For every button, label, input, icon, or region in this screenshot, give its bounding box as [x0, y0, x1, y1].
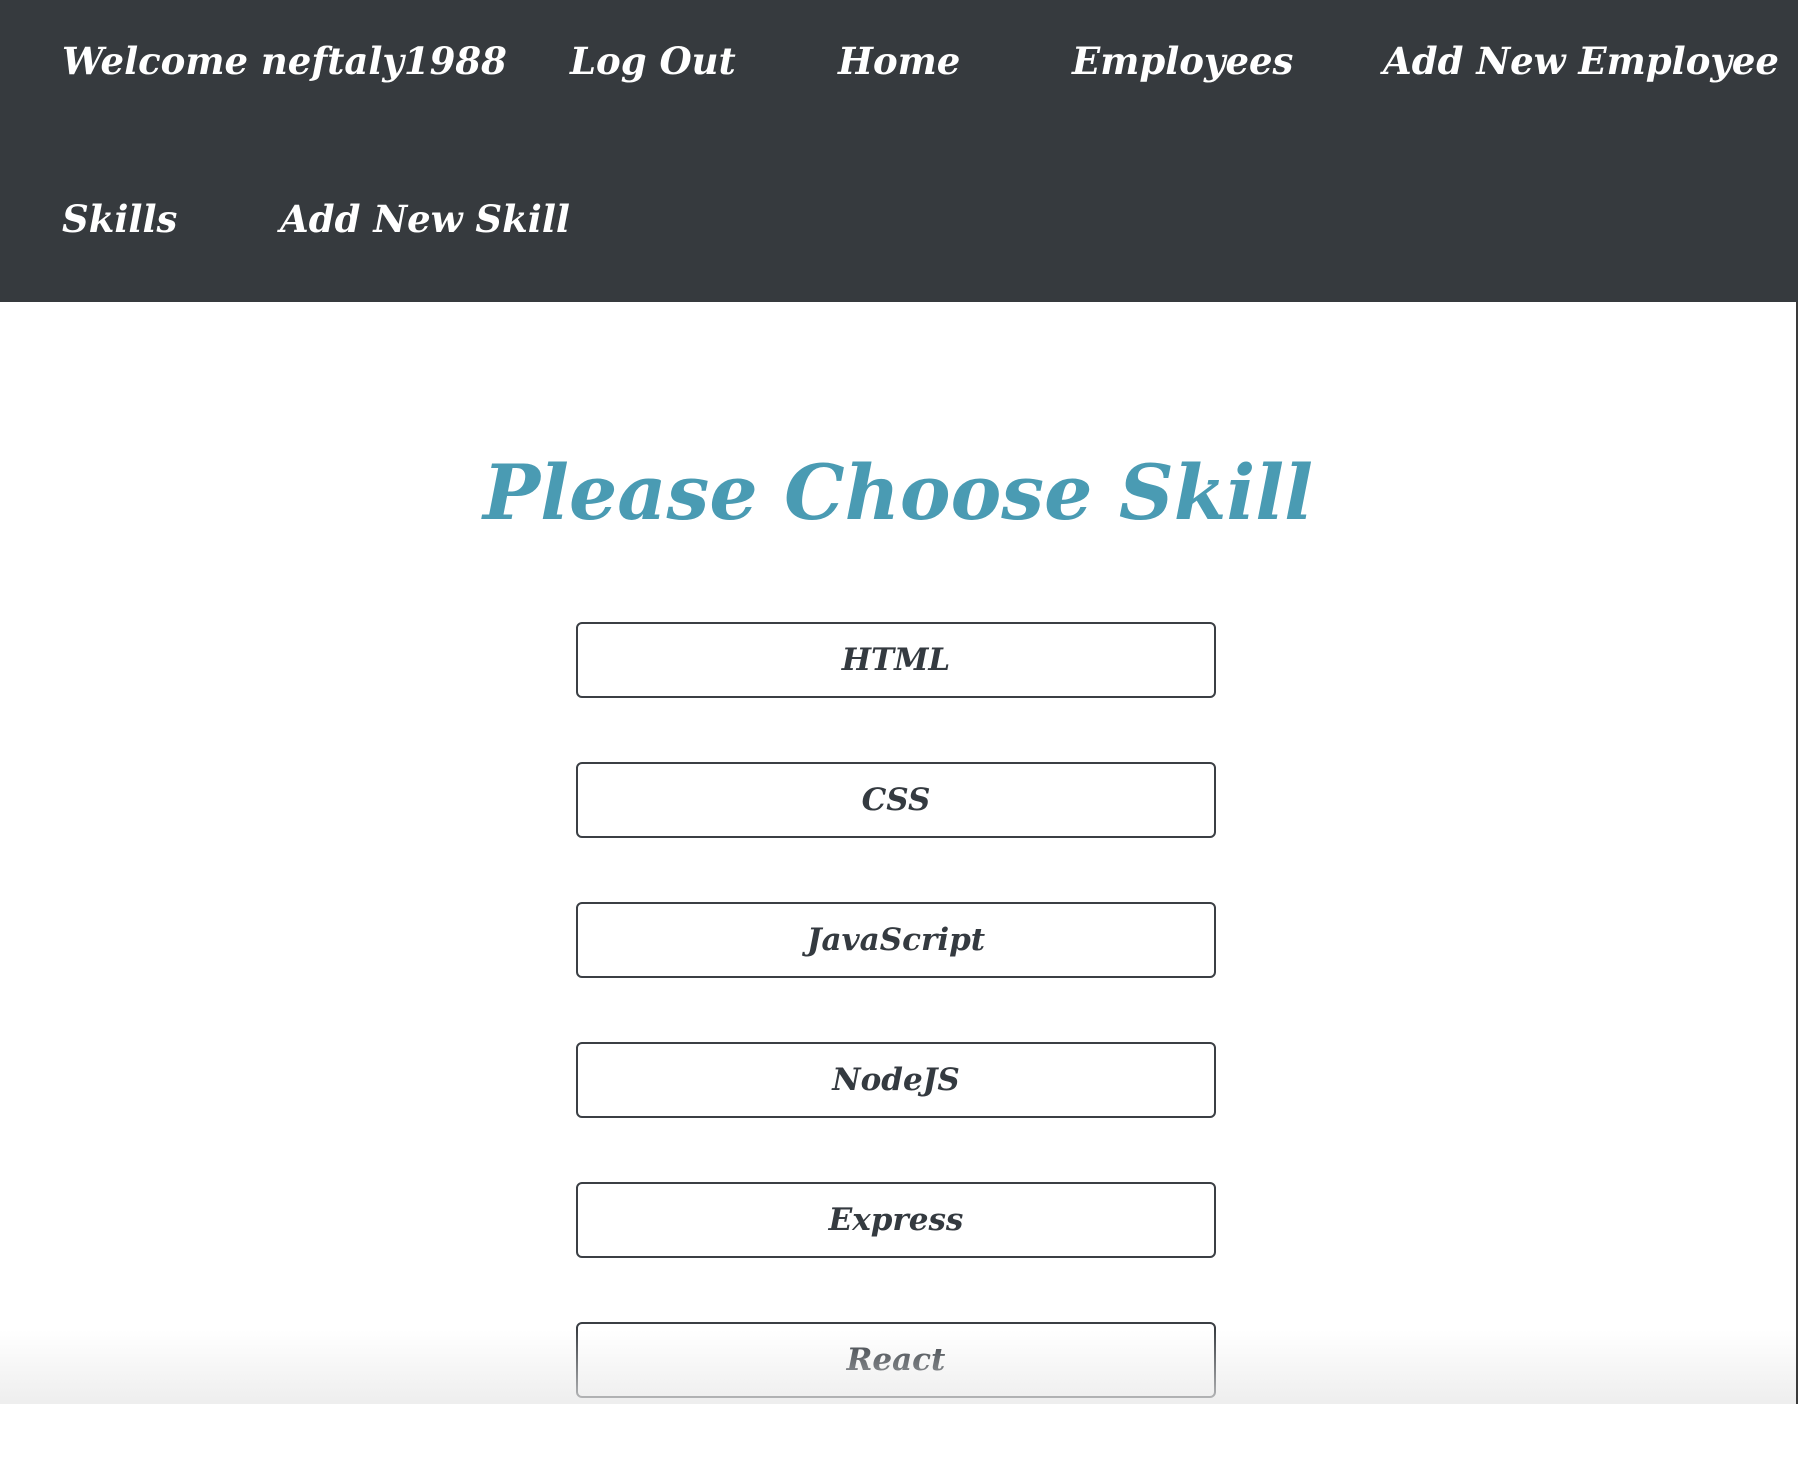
- navbar: Welcome neftaly1988 Log Out Home Employe…: [0, 0, 1798, 302]
- skill-button-css[interactable]: CSS: [576, 762, 1216, 838]
- nav-add-skill-link[interactable]: Add New Skill: [280, 194, 570, 244]
- nav-skills-link[interactable]: Skills: [62, 194, 177, 244]
- skill-button-nodejs[interactable]: NodeJS: [576, 1042, 1216, 1118]
- skill-button-express[interactable]: Express: [576, 1182, 1216, 1258]
- skill-list: HTML CSS JavaScript NodeJS Express React: [576, 622, 1216, 1462]
- skill-button-html[interactable]: HTML: [576, 622, 1216, 698]
- nav-welcome-link[interactable]: Welcome neftaly1988: [62, 36, 507, 86]
- nav-add-employee-link[interactable]: Add New Employee: [1383, 36, 1779, 86]
- page-title: Please Choose Skill: [482, 447, 1314, 537]
- nav-logout-link[interactable]: Log Out: [570, 36, 736, 86]
- nav-home-link[interactable]: Home: [838, 36, 960, 86]
- skill-button-react[interactable]: React: [576, 1322, 1216, 1398]
- nav-employees-link[interactable]: Employees: [1072, 36, 1293, 86]
- skill-button-javascript[interactable]: JavaScript: [576, 902, 1216, 978]
